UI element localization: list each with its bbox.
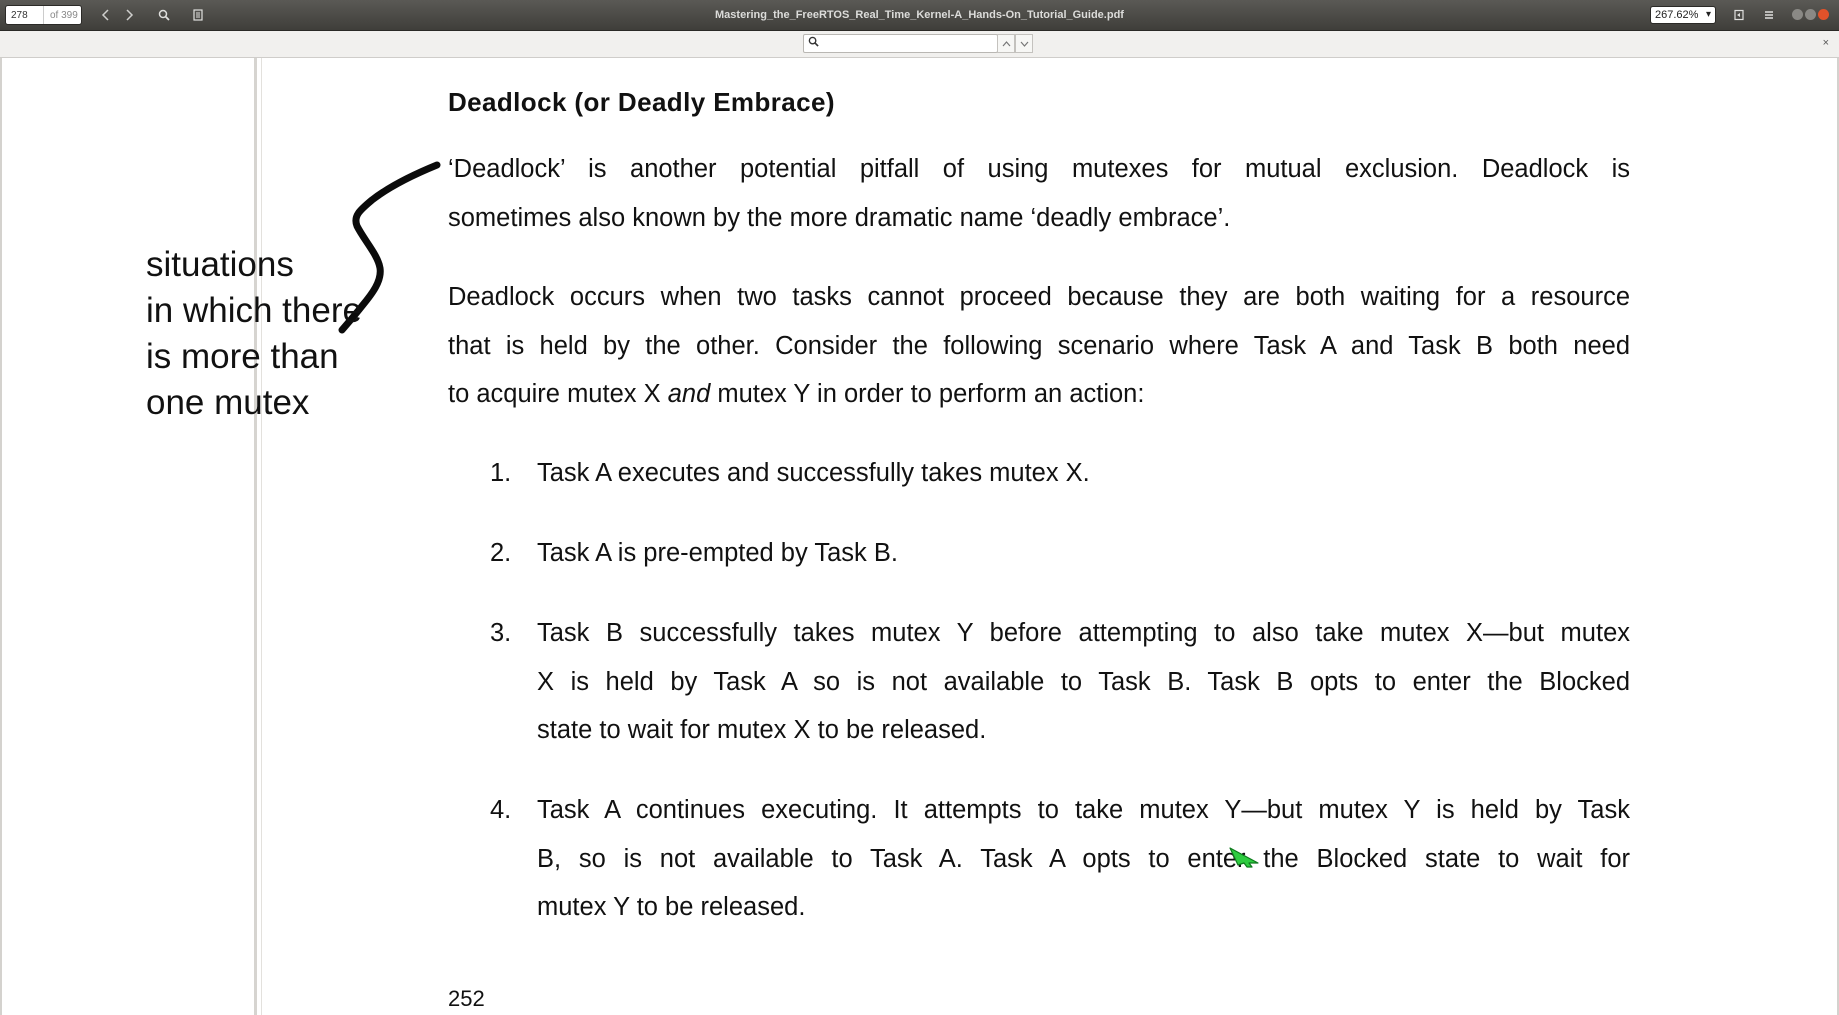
text-line: mutex Y to be released. (537, 893, 806, 921)
find-input[interactable] (803, 34, 998, 53)
page-footer-number: 252 (448, 986, 485, 1011)
text-line: Deadlock occurs when two tasks cannot pr… (448, 283, 1630, 311)
page-count-label: of 399 (50, 9, 78, 21)
text-line: Task A executes and successfully takes m… (537, 459, 1090, 487)
main-toolbar: 278 of 399 Mastering_the_FreeRTOS_Real_T… (0, 0, 1839, 31)
search-icon[interactable] (154, 5, 174, 25)
presentation-icon[interactable] (1729, 5, 1749, 25)
section-heading: Deadlock (or Deadly Embrace) (448, 87, 835, 117)
page-edge (254, 58, 257, 1015)
page-edge-shadow (261, 58, 262, 1015)
chevron-down-icon: ▾ (1705, 9, 1711, 20)
text-line: state to wait for mutex X to be released… (537, 716, 987, 744)
document-icon[interactable] (188, 5, 208, 25)
find-bar: × (0, 31, 1839, 58)
find-previous-button[interactable] (997, 34, 1015, 53)
list-number: 2. (490, 539, 512, 567)
text-line: ‘Deadlock’ is another potential pitfall … (448, 155, 1630, 183)
paragraph-2: Deadlock occurs when two tasks cannot pr… (448, 273, 1630, 419)
text-line: that is held by the other. Consider the … (448, 331, 1630, 360)
document-title: Mastering_the_FreeRTOS_Real_Time_Kernel-… (715, 9, 1124, 21)
annotation-line: is more than (146, 337, 339, 376)
chevron-right-icon[interactable] (119, 5, 139, 25)
text-line: Task B successfully takes mutex Y before… (537, 619, 1630, 647)
text-line: sometimes also known by the more dramati… (448, 203, 1231, 232)
text-run: mutex Y in order to perform an action: (710, 380, 1145, 408)
zoom-value: 267.62% (1655, 9, 1699, 21)
annotation-line: in which there (146, 291, 362, 330)
mouse-cursor-icon (1229, 847, 1259, 868)
hamburger-menu-icon[interactable] (1759, 5, 1779, 25)
maximize-button[interactable] (1805, 9, 1816, 20)
find-next-button[interactable] (1015, 34, 1033, 53)
text-line: to acquire mutex X and mutex Y in order … (448, 370, 1630, 419)
annotation-line: situations (146, 245, 294, 284)
paragraph-1: ‘Deadlock’ is another potential pitfall … (448, 145, 1630, 242)
chevron-left-icon[interactable] (96, 5, 116, 25)
list-number: 1. (490, 459, 512, 487)
view-edge-left (0, 58, 2, 1015)
text-line: Task A continues executing. It attempts … (537, 796, 1630, 824)
handwritten-annotation: situations in which there is more than o… (146, 242, 362, 426)
text-line: Task A is pre-empted by Task B. (537, 539, 898, 567)
emphasis-text: and (667, 380, 711, 408)
close-findbar-button[interactable]: × (1823, 37, 1829, 49)
page-number-entry[interactable]: 278 of 399 (5, 5, 82, 25)
text-line: B, so is not available to Task A. Task A… (537, 844, 1630, 873)
document-view[interactable]: situations in which there is more than o… (0, 58, 1839, 1015)
minimize-button[interactable] (1792, 9, 1803, 20)
list-number: 3. (490, 619, 512, 647)
search-icon (808, 36, 819, 50)
annotation-line: one mutex (146, 383, 310, 422)
text-run: to acquire mutex X (448, 380, 668, 408)
text-line: X is held by Task A so is not available … (537, 667, 1630, 696)
zoom-select[interactable]: 267.62% ▾ (1650, 6, 1716, 24)
current-page-value[interactable]: 278 (6, 6, 44, 24)
list-number: 4. (490, 796, 512, 824)
close-window-button[interactable] (1818, 9, 1829, 20)
